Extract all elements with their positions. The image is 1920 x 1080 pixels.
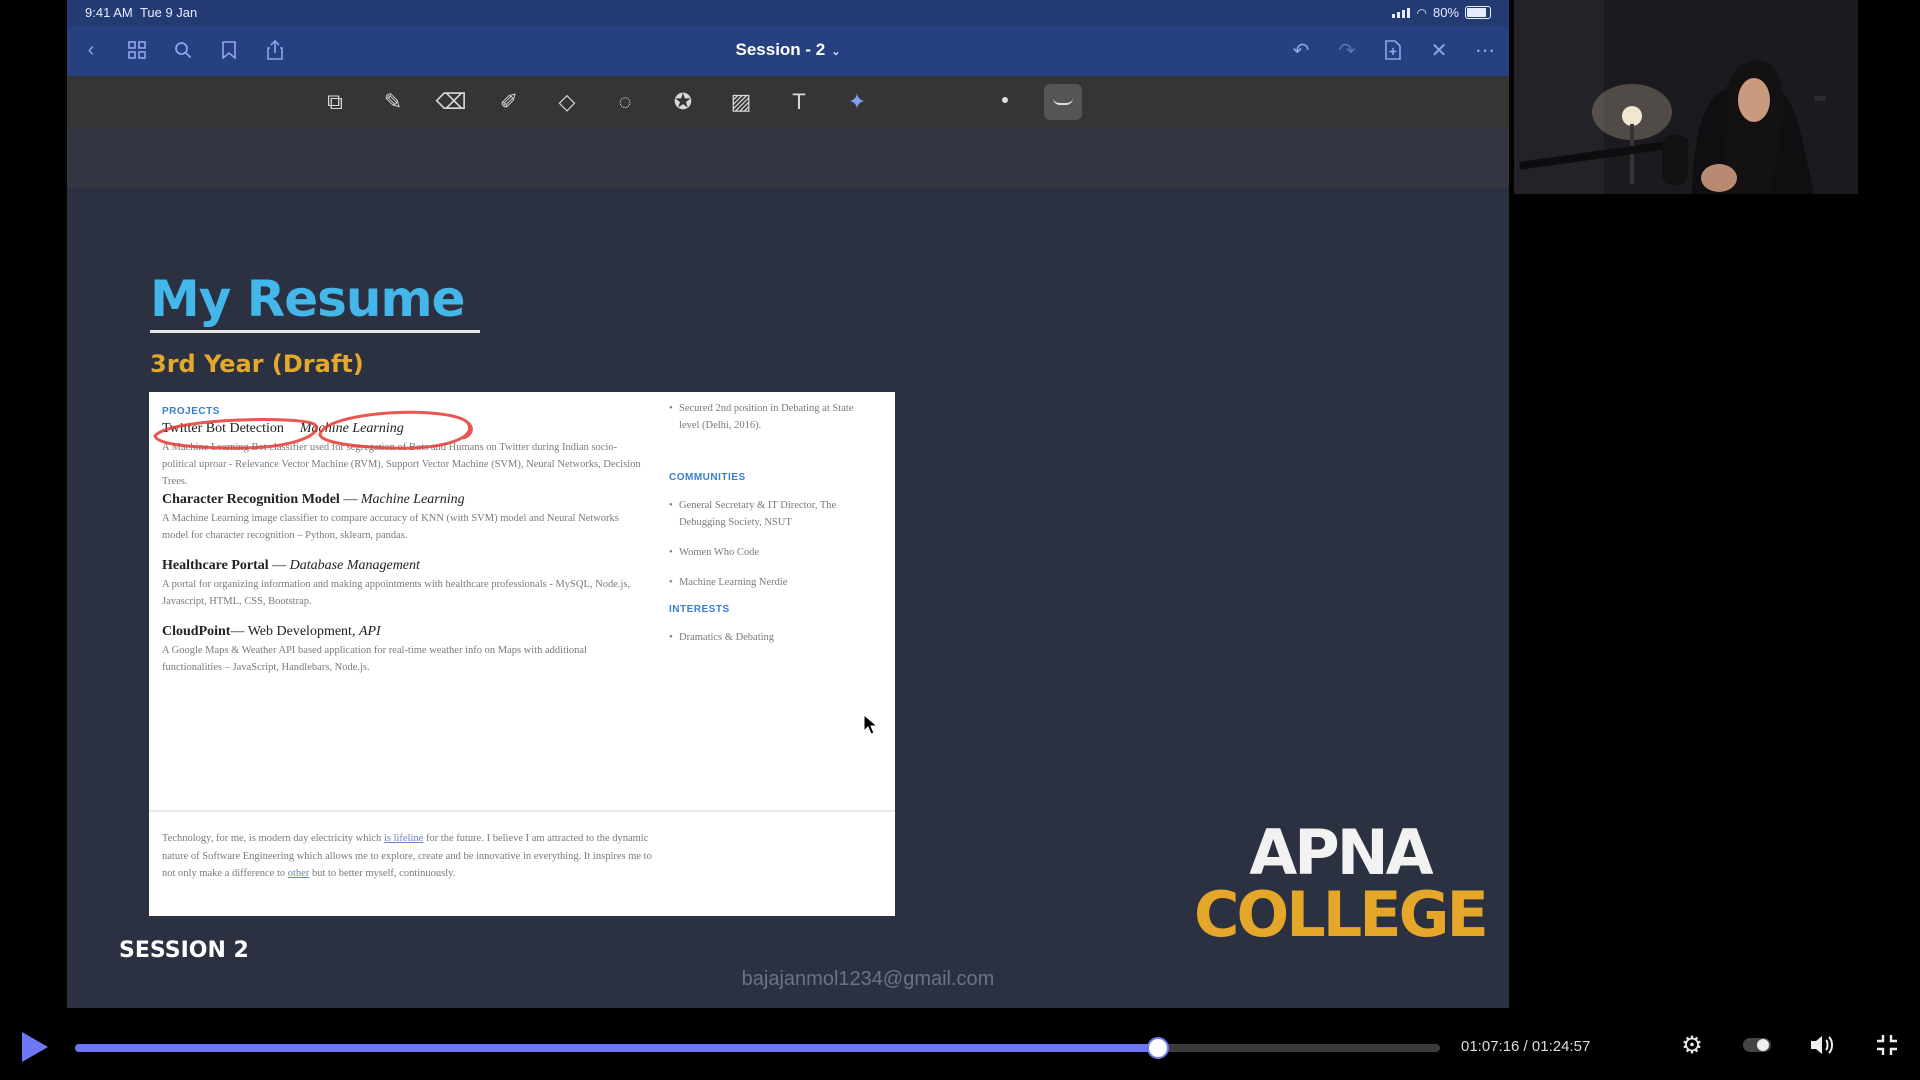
red-annotation [153, 410, 473, 450]
chevron-down-icon: ⌄ [831, 46, 841, 58]
status-bar: 9:41 AM Tue 9 Jan ◠ 80% [67, 0, 1509, 26]
undo-icon[interactable]: ↶ [1289, 38, 1313, 62]
session-label: SESSION 2 [119, 938, 249, 963]
nav-bar: ‹ Session - 2 ⌄ ↶ ↷ ✕ ⋯ [67, 26, 1509, 76]
zoom-window-icon[interactable]: ⧉ [317, 84, 353, 120]
more-icon[interactable]: ⋯ [1473, 38, 1497, 62]
player-controls: 01:07:16 / 01:24:57 ⚙ [0, 1008, 1920, 1080]
document-title-label: Session - 2 [735, 40, 826, 59]
settings-icon[interactable]: ⚙ [1677, 1030, 1707, 1060]
screen-recording: 9:41 AM Tue 9 Jan ◠ 80% ‹ Session - 2 ⌄ ↶… [67, 0, 1509, 1008]
title-underline [150, 330, 480, 333]
drawing-toolbar: ⧉ ✎ ⌫ ✐ ◇ ◌ ✪ ▨ T ✦ [67, 76, 1509, 128]
status-time-date: 9:41 AM Tue 9 Jan [85, 5, 197, 20]
lasso-icon[interactable]: ◌ [607, 84, 643, 120]
resume-image: PROJECTS Twitter Bot Detection Machine Le… [149, 392, 895, 916]
cursor-icon [863, 714, 879, 735]
eraser-icon[interactable]: ⌫ [433, 84, 469, 120]
logo-line-1: APNA [1249, 816, 1433, 889]
play-button[interactable] [22, 1032, 48, 1062]
webcam-feed [1514, 0, 1858, 194]
seek-bar-played [75, 1044, 1157, 1052]
canvas-margin [67, 128, 1509, 188]
laser-pointer-icon[interactable]: ✦ [839, 84, 875, 120]
status-date: Tue 9 Jan [139, 5, 198, 20]
slide-subtitle: 3rd Year (Draft) [150, 350, 364, 378]
signal-icon [1392, 7, 1411, 18]
status-time: 9:41 AM [85, 5, 133, 20]
text-icon[interactable]: T [781, 84, 817, 120]
video-player: 9:41 AM Tue 9 Jan ◠ 80% ‹ Session - 2 ⌄ ↶… [0, 0, 1920, 1080]
apna-college-logo: APNA COLLEGE [1194, 816, 1489, 951]
battery-percent: 80% [1432, 5, 1459, 20]
time-display: 01:07:16 / 01:24:57 [1461, 1038, 1591, 1055]
email-watermark: bajajanmol1234@gmail.com [741, 968, 995, 990]
seek-handle[interactable] [1147, 1037, 1170, 1059]
logo-line-2: COLLEGE [1194, 878, 1489, 951]
close-icon[interactable]: ✕ [1427, 38, 1451, 62]
webcam-image [1514, 0, 1858, 194]
slide-title: My Resume [150, 270, 466, 328]
status-right: ◠ 80% [1392, 5, 1491, 20]
shapes-icon[interactable]: ◇ [549, 84, 585, 120]
battery-icon [1465, 6, 1491, 19]
exit-fullscreen-icon[interactable] [1872, 1030, 1902, 1060]
pen-size-dot[interactable] [1002, 97, 1008, 103]
pen-icon[interactable]: ✎ [375, 84, 411, 120]
redo-icon[interactable]: ↷ [1335, 38, 1359, 62]
seek-bar[interactable] [75, 1037, 1440, 1059]
add-page-icon[interactable] [1381, 38, 1405, 62]
image-icon[interactable]: ▨ [723, 84, 759, 120]
stroke-style-icon[interactable] [1044, 84, 1082, 120]
sticker-icon[interactable]: ✪ [665, 84, 701, 120]
wifi-icon: ◠ [1416, 5, 1427, 20]
volume-icon[interactable] [1807, 1030, 1837, 1060]
highlighter-icon[interactable]: ✐ [491, 84, 527, 120]
toggle-icon[interactable] [1742, 1030, 1772, 1060]
